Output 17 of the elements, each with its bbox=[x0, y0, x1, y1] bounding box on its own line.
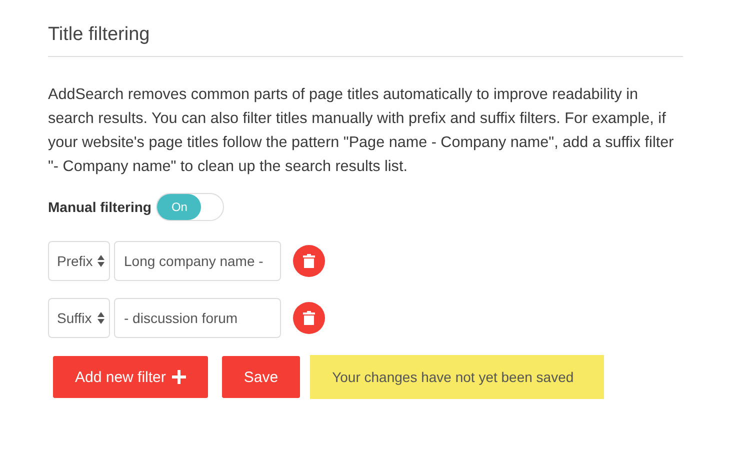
filter-input[interactable]: - discussion forum bbox=[114, 298, 281, 338]
sort-arrows-icon bbox=[97, 254, 105, 268]
filter-input[interactable]: Long company name - bbox=[114, 241, 281, 281]
trash-icon bbox=[303, 254, 315, 268]
unsaved-notice: Your changes have not yet been saved bbox=[310, 355, 604, 399]
plus-icon bbox=[172, 370, 186, 384]
section-title: Title filtering bbox=[48, 24, 151, 47]
filter-type-select[interactable]: Prefix bbox=[48, 241, 110, 281]
delete-button[interactable] bbox=[293, 245, 325, 277]
filter-type-select[interactable]: Suffix bbox=[48, 298, 110, 338]
delete-button[interactable] bbox=[293, 302, 325, 334]
add-filter-button[interactable]: Add new filter bbox=[53, 356, 208, 398]
trash-icon bbox=[303, 311, 315, 325]
save-button[interactable]: Save bbox=[222, 356, 300, 398]
toggle-label: Manual filtering bbox=[48, 199, 152, 215]
sort-arrows-icon bbox=[97, 311, 105, 325]
description: AddSearch removes common parts of page titles automatically to improve readability in search results. You can also filter titles manually with prefix and suffix filters. For example, if your website's page titles follow the pattern "Page name - Company name", add a suffix filter "- Company name" to clean up the search results list. bbox=[48, 85, 675, 177]
